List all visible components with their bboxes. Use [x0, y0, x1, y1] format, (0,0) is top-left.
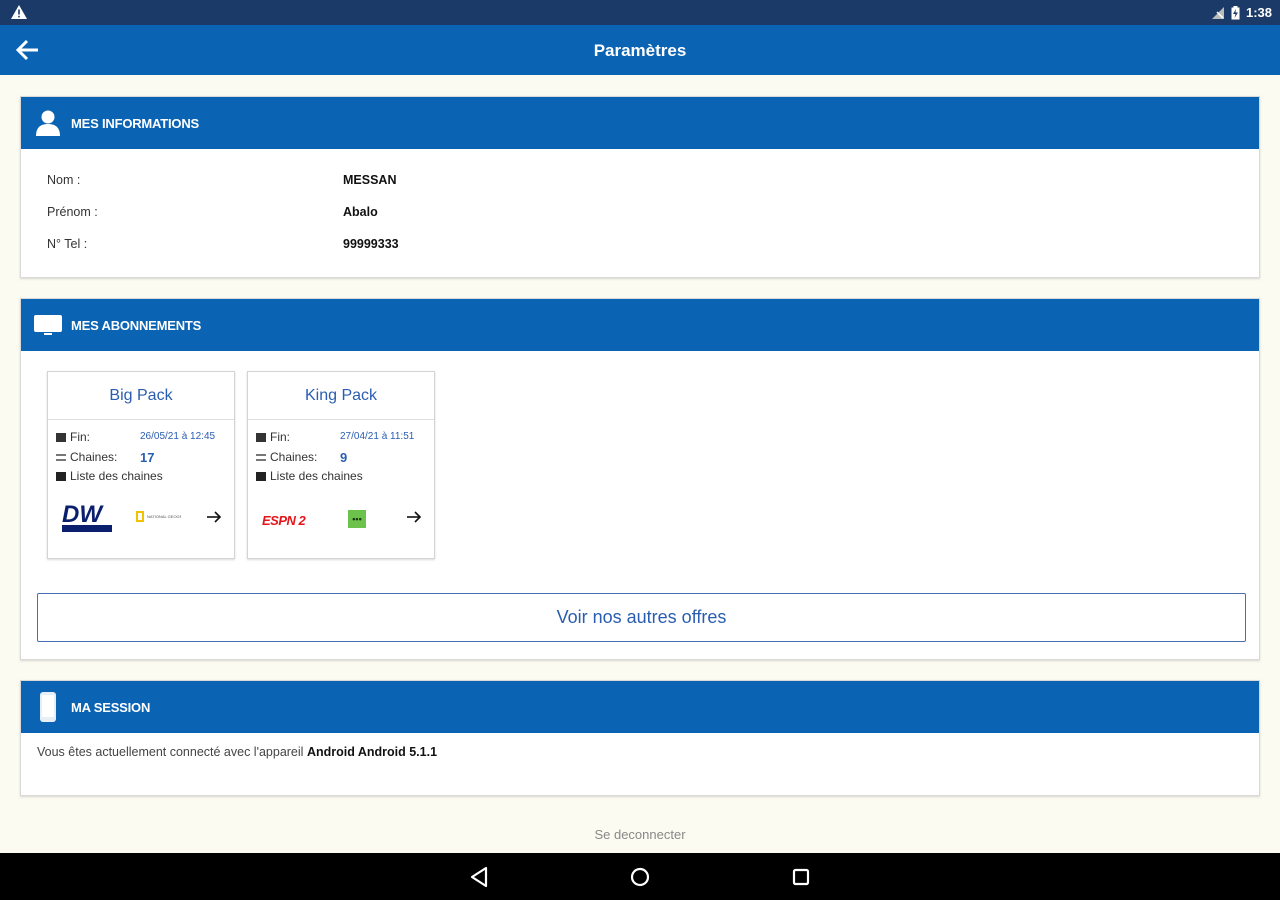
info-row-nom: Nom : MESSAN: [47, 171, 1259, 203]
list-icon: [256, 453, 266, 461]
session-prefix: Vous êtes actuellement connecté avec l'a…: [37, 745, 304, 759]
info-label: Prénom :: [47, 205, 98, 219]
arrow-right-icon[interactable]: [406, 510, 422, 524]
pack-fin-row: Fin:: [56, 430, 90, 444]
calendar-icon: [56, 432, 66, 442]
pack-liste-label: Liste des chaines: [270, 469, 363, 483]
status-time: 1:38: [1245, 5, 1272, 20]
pack-chaines-label: Chaines:: [70, 450, 118, 464]
espn2-logo: ESPN 2: [262, 513, 307, 528]
calendar-icon: [256, 432, 266, 442]
subscriptions-card-header: MES ABONNEMENTS: [21, 299, 1259, 351]
pack-logos: ESPN 2 •••: [260, 500, 426, 540]
phone-icon: [33, 692, 63, 722]
pack-chaines-row: Chaines:: [56, 450, 117, 464]
signal-off-icon: [1211, 6, 1224, 19]
info-card-title: MES INFORMATIONS: [71, 115, 199, 131]
info-value: Abalo: [343, 205, 378, 219]
session-card: MA SESSION Vous êtes actuellement connec…: [20, 680, 1260, 796]
dw-logo-text: DW: [62, 501, 104, 528]
session-text: Vous êtes actuellement connecté avec l'a…: [21, 733, 1259, 759]
pack-liste-link[interactable]: Liste des chaines: [56, 469, 163, 483]
page-title: Paramètres: [593, 41, 687, 60]
session-card-title: MA SESSION: [71, 699, 151, 715]
warning-icon: [11, 5, 27, 19]
info-value: MESSAN: [343, 173, 397, 187]
pack-liste-link[interactable]: Liste des chaines: [256, 469, 363, 483]
pack-card-king[interactable]: King Pack Fin: 27/04/21 à 11:51 Chaines:…: [247, 371, 435, 559]
info-value: 99999333: [343, 237, 399, 251]
pack-chaines-row: Chaines:: [256, 450, 317, 464]
espn2-logo-text: ESPN 2: [262, 513, 307, 528]
info-label: N° Tel :: [47, 237, 88, 251]
pack-fin-row: Fin:: [256, 430, 290, 444]
pack-name: King Pack: [248, 372, 434, 420]
natgeo-logo-frame: [136, 511, 144, 522]
pack-fin-label: Fin:: [270, 430, 291, 444]
info-label: Nom :: [47, 173, 81, 187]
pack-fin-label: Fin:: [70, 430, 91, 444]
pack-fin-value: 27/04/21 à 11:51: [340, 431, 415, 442]
natgeo-logo-text: NATIONAL GEOGRAPHIC: [147, 514, 181, 519]
tv-small-icon: [56, 471, 66, 481]
pack-fin-value: 26/05/21 à 12:45: [140, 431, 216, 442]
pack-chaines-value: 9: [340, 450, 348, 465]
tv-small-icon: [256, 471, 266, 481]
info-card-header: MES INFORMATIONS: [21, 97, 1259, 149]
system-nav-bar: [0, 853, 1280, 900]
info-card: MES INFORMATIONS Nom : MESSAN Prénom : A…: [20, 96, 1260, 278]
status-bar: 1:38: [0, 0, 1280, 25]
info-row-prenom: Prénom : Abalo: [47, 203, 1259, 235]
subscriptions-card-title: MES ABONNEMENTS: [71, 317, 202, 333]
pack-liste-label: Liste des chaines: [70, 469, 163, 483]
pack-chaines-value: 17: [140, 450, 155, 465]
battery-icon: [1231, 5, 1240, 19]
other-offers-button[interactable]: Voir nos autres offres: [37, 593, 1246, 642]
tv-icon: [33, 310, 63, 340]
logout-link[interactable]: Se deconnecter: [0, 827, 1280, 842]
list-icon: [56, 453, 66, 461]
arrow-right-icon[interactable]: [206, 510, 222, 524]
dw-logo: DW: [62, 501, 112, 532]
nav-recents-icon[interactable]: [789, 865, 813, 889]
pack-card-big[interactable]: Big Pack Fin: 26/05/21 à 12:45 Chaines: …: [47, 371, 235, 559]
pack-chaines-label: Chaines:: [270, 450, 318, 464]
green-channel-logo-text: •••: [352, 514, 362, 524]
session-card-header: MA SESSION: [21, 681, 1259, 733]
app-bar: Paramètres: [0, 25, 1280, 75]
subscriptions-card: MES ABONNEMENTS Big Pack Fin: 26/05/21 à…: [20, 298, 1260, 660]
pack-logos: DW NATIONAL GEOGRAPHIC: [60, 500, 226, 540]
green-channel-logo: •••: [348, 510, 366, 528]
nav-back-icon[interactable]: [468, 865, 492, 889]
natgeo-logo: NATIONAL GEOGRAPHIC: [136, 511, 181, 522]
pack-name: Big Pack: [48, 372, 234, 420]
info-row-tel: N° Tel : 99999333: [47, 235, 1259, 267]
user-icon: [33, 108, 63, 138]
nav-home-icon[interactable]: [628, 865, 652, 889]
session-device: Android Android 5.1.1: [306, 745, 438, 759]
